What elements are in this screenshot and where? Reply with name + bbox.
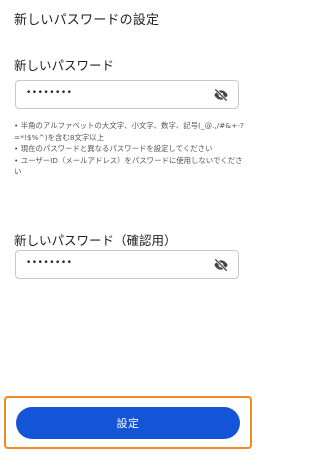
submit-button[interactable]: 設定 <box>16 407 240 439</box>
new-password-label: 新しいパスワード <box>14 58 115 73</box>
password-hint: • 現在のパスワードと異なるパスワードを設定してください <box>14 144 213 153</box>
confirm-password-value: •••••••• <box>26 258 73 268</box>
eye-off-icon[interactable] <box>213 87 229 103</box>
password-hint: • 半角のアルファベットの大文字、小文字、数字、記号(_@.,/#&+-?=*!… <box>14 121 244 142</box>
password-requirements: • 半角のアルファベットの大文字、小文字、数字、記号(_@.,/#&+-?=*!… <box>14 120 246 178</box>
new-password-field[interactable]: •••••••• <box>15 80 239 109</box>
new-password-value: •••••••• <box>26 88 73 98</box>
confirm-password-label: 新しいパスワード（確認用） <box>14 233 177 248</box>
password-hint: • ユーザーID（メールアドレス）をパスワードに使用しないでください <box>14 155 243 177</box>
page-title: 新しいパスワードの設定 <box>14 13 160 28</box>
confirm-password-field[interactable]: •••••••• <box>15 250 239 279</box>
eye-off-icon[interactable] <box>213 257 229 273</box>
